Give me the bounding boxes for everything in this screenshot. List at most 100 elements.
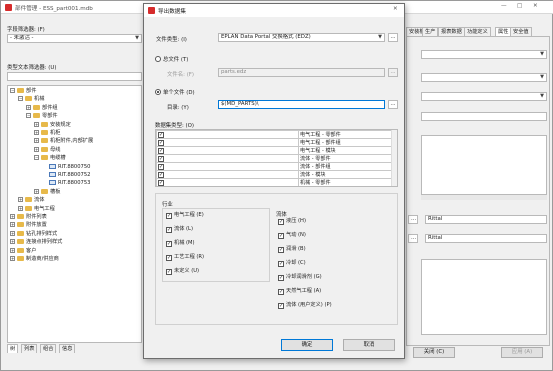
dataset-type-checkbox[interactable]: ✓ — [158, 156, 164, 162]
tab-safety-values[interactable]: 安全值 — [510, 27, 532, 36]
dataset-type-row[interactable]: ✓ 电气工程 - 零部件 — [156, 130, 392, 139]
text-filter-input[interactable] — [7, 72, 142, 81]
maximize-button[interactable]: □ — [517, 3, 522, 9]
right-ellipsis-button-2[interactable]: ... — [408, 234, 418, 243]
expand-icon[interactable]: + — [10, 222, 15, 228]
dataset-type-check-cell[interactable]: ✓ — [156, 130, 299, 139]
tree-node[interactable]: RIT.8800753 — [42, 180, 90, 187]
option-checkbox[interactable]: ✓ 工艺工程 (R) — [166, 254, 204, 262]
option-checkbox[interactable]: ✓ 冷却润滑剂 (G) — [278, 274, 322, 282]
checkbox-box[interactable]: ✓ — [278, 233, 284, 239]
collapse-icon[interactable]: − — [26, 113, 31, 119]
dataset-type-check-cell[interactable]: ✓ — [156, 170, 299, 179]
expand-icon[interactable]: + — [10, 230, 15, 236]
tree-node[interactable]: RIT.8800750 — [42, 163, 90, 171]
single-file-radio[interactable]: 单个文件 (D) — [155, 88, 195, 96]
tree-node[interactable]: + 客户 — [10, 247, 36, 255]
file-name-input[interactable]: parts.edz — [218, 68, 385, 77]
dataset-type-checkbox[interactable]: ✓ — [158, 172, 164, 178]
checkbox-box[interactable]: ✓ — [278, 289, 284, 295]
cancel-button[interactable]: 取消 — [343, 339, 395, 351]
tree-node[interactable]: + 附件放置 — [10, 222, 47, 229]
option-checkbox[interactable]: ✓ 未定义 (U) — [166, 268, 199, 276]
tree-node[interactable]: + 连接点排列样式 — [10, 239, 62, 246]
dataset-type-row[interactable]: ✓ 流体 - 零部件 — [156, 154, 392, 163]
checkbox-box[interactable]: ✓ — [166, 227, 172, 233]
checkbox-box[interactable]: ✓ — [166, 269, 172, 275]
field-filter-select[interactable]: - 未激活 - ▼ — [7, 34, 142, 43]
dataset-type-checkbox[interactable]: ✓ — [158, 164, 164, 170]
tree-node[interactable]: + 机柜 — [34, 130, 60, 137]
option-checkbox[interactable]: ✓ 润滑 (B) — [278, 246, 306, 254]
expand-icon[interactable]: + — [18, 197, 23, 203]
expand-icon[interactable]: + — [34, 146, 39, 152]
dataset-type-checkbox[interactable]: ✓ — [158, 148, 164, 154]
right-field-4[interactable] — [421, 112, 547, 121]
parts-tree[interactable]: − 部件 − 机械 + 部件组 − 零部件 + 安装规定 + 机柜 + 机柜附件,内部扩展 + 母线 − 电缆槽 R… — [7, 85, 142, 343]
checkbox-box[interactable]: ✓ — [278, 303, 284, 309]
dataset-type-checkbox[interactable]: ✓ — [158, 140, 164, 146]
tree-node[interactable]: − 零部件 — [26, 113, 58, 120]
checkbox-box[interactable]: ✓ — [166, 213, 172, 219]
expand-icon[interactable]: + — [10, 256, 15, 261]
right-field-3[interactable]: ▼ — [421, 92, 547, 101]
manufacturer-field-1[interactable]: Rittal — [425, 215, 547, 224]
dataset-type-check-cell[interactable]: ✓ — [156, 162, 299, 171]
tree-node[interactable]: + 安装规定 — [34, 121, 71, 129]
manufacturer-field-2[interactable]: Rittal — [425, 234, 547, 243]
tab-combination[interactable]: 组合 — [40, 344, 57, 353]
option-checkbox[interactable]: ✓ 液压 (H) — [278, 218, 306, 226]
tree-node[interactable]: − 机械 — [18, 96, 44, 103]
checkbox-box[interactable]: ✓ — [278, 261, 284, 267]
dialog-close-icon[interactable]: ✕ — [393, 6, 398, 12]
tab-info[interactable]: 信息 — [59, 344, 76, 353]
tree-node[interactable]: − 电缆槽 — [34, 155, 66, 162]
file-name-browse-button[interactable]: ... — [388, 68, 398, 77]
dataset-type-row[interactable]: ✓ 电气工程 - 模块 — [156, 146, 392, 155]
file-type-browse-button[interactable]: ... — [388, 33, 398, 42]
dataset-type-row[interactable]: ✓ 电气工程 - 部件组 — [156, 138, 392, 147]
close-button[interactable]: 关闭 (C) — [413, 347, 455, 358]
checkbox-box[interactable]: ✓ — [278, 219, 284, 225]
tab-tree[interactable]: 树 — [7, 344, 19, 353]
right-field-1[interactable]: ▼ — [421, 50, 547, 59]
dataset-type-check-cell[interactable]: ✓ — [156, 154, 299, 163]
tree-node[interactable]: + 钻孔排列样式 — [10, 230, 57, 238]
tree-node[interactable]: + 部件组 — [26, 104, 58, 112]
checkbox-box[interactable]: ✓ — [166, 255, 172, 261]
minimize-button[interactable]: — — [501, 3, 507, 9]
collapse-icon[interactable]: − — [18, 96, 23, 102]
dataset-type-row[interactable]: ✓ 机械 - 零部件 — [156, 178, 392, 186]
file-type-select[interactable]: EPLAN Data Portal 交换格式 (EDZ) ▼ — [218, 33, 385, 42]
expand-icon[interactable]: + — [10, 239, 15, 245]
close-window-button[interactable]: ✕ — [533, 3, 538, 9]
horizontal-scrollbar[interactable] — [421, 195, 547, 200]
option-checkbox[interactable]: ✓ 冷却 (C) — [278, 260, 306, 268]
checkbox-box[interactable]: ✓ — [278, 247, 284, 253]
collapse-icon[interactable]: − — [10, 88, 15, 93]
expand-icon[interactable]: + — [34, 130, 39, 135]
right-field-2[interactable]: ▼ — [421, 73, 547, 82]
tree-node[interactable]: − 部件 — [10, 88, 36, 95]
directory-input[interactable]: $(MD_PARTS)\ — [218, 100, 385, 109]
vertical-scrollbar[interactable] — [391, 130, 397, 186]
tree-node[interactable]: + 母线 — [34, 146, 60, 154]
option-checkbox[interactable]: ✓ 气动 (N) — [278, 232, 306, 240]
expand-icon[interactable]: + — [26, 104, 31, 110]
right-notes-area[interactable] — [421, 259, 547, 335]
option-checkbox[interactable]: ✓ 天然气工程 (A) — [278, 288, 321, 296]
collapse-icon[interactable]: − — [34, 155, 39, 161]
tree-node[interactable]: + 流体 — [18, 197, 44, 204]
tree-node[interactable]: + 槽板 — [34, 188, 60, 196]
dataset-type-check-cell[interactable]: ✓ — [156, 178, 299, 186]
checkbox-box[interactable]: ✓ — [166, 241, 172, 247]
right-ellipsis-button-1[interactable]: ... — [408, 215, 418, 224]
tree-node[interactable]: + 电气工程 — [18, 205, 55, 213]
expand-icon[interactable]: + — [10, 247, 15, 253]
apply-button[interactable]: 应用 (A) — [501, 347, 543, 358]
tab-list[interactable]: 列表 — [21, 344, 38, 353]
tree-node[interactable]: + 机柜附件,内部扩展 — [34, 138, 93, 145]
directory-browse-button[interactable]: ... — [388, 100, 398, 109]
expand-icon[interactable]: + — [34, 188, 39, 194]
tab-production[interactable]: 生产 — [422, 27, 439, 36]
